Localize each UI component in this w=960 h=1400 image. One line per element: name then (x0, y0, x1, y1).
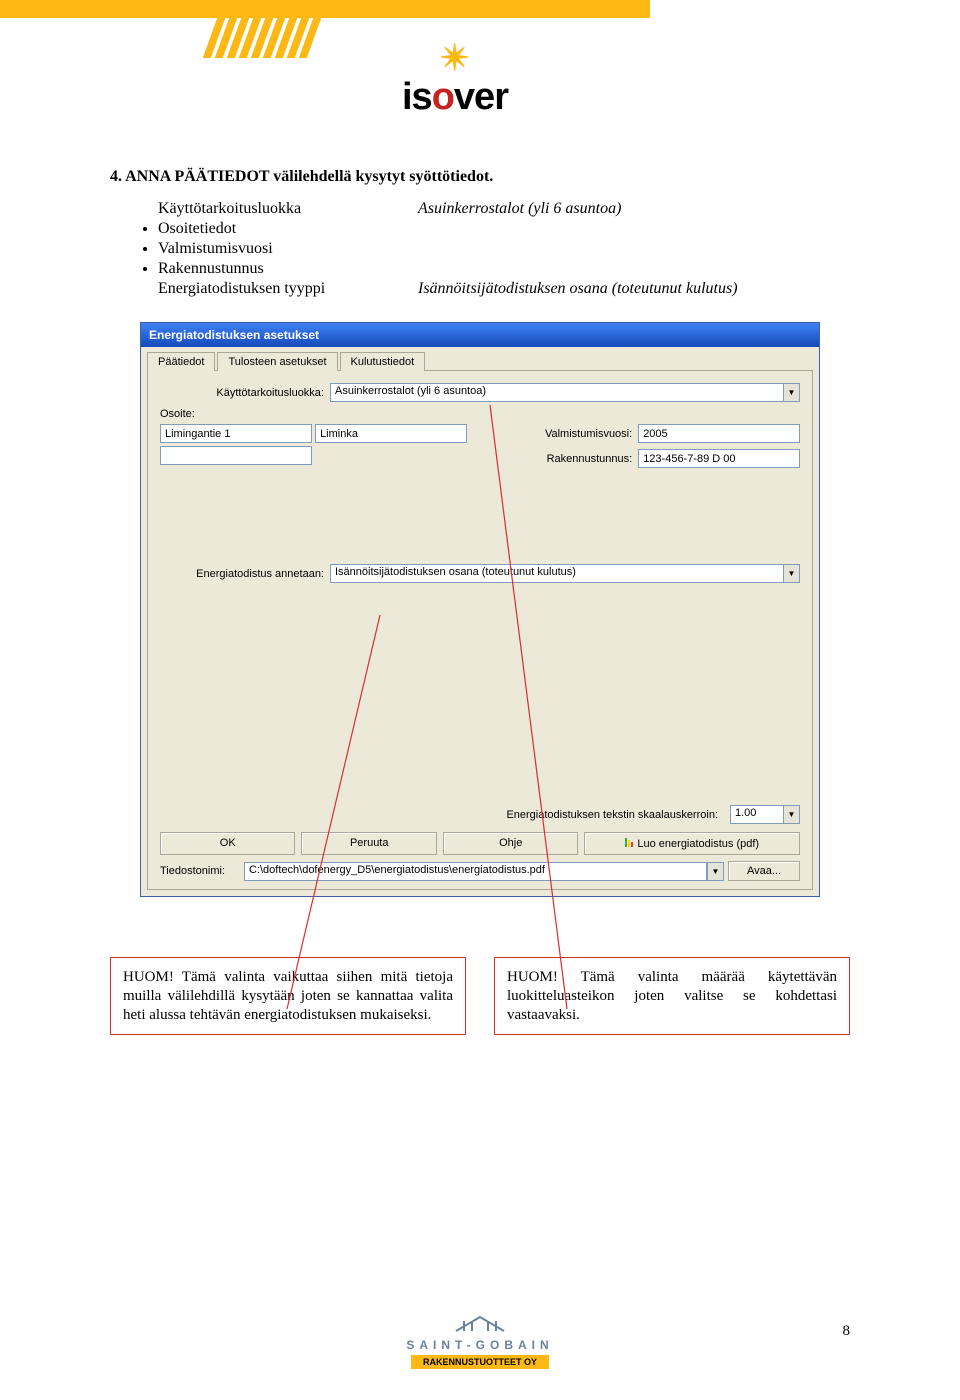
address-line3-input[interactable] (160, 446, 312, 465)
bullet-building-code: Rakennustunnus (158, 260, 828, 278)
dialog-titlebar: Energiatodistuksen asetukset (141, 323, 819, 347)
saint-gobain-roof-icon (450, 1311, 510, 1333)
note-left: HUOM! Tämä valinta vaikuttaa siihen mitä… (110, 957, 466, 1035)
energy-bars-icon (625, 837, 633, 847)
purpose-combo[interactable]: Asuinkerrostalot (yli 6 asuntoa) (330, 383, 783, 402)
address-line2-input[interactable] (315, 424, 467, 443)
bullet-year: Valmistumisvuosi (158, 240, 828, 258)
note-right: HUOM! Tämä valinta määrää käytettävän lu… (494, 957, 850, 1035)
header-accent-bar (0, 0, 650, 18)
settings-dialog: Energiatodistuksen asetukset Päätiedot T… (140, 322, 820, 897)
issue-combo[interactable]: Isännöitsijätodistuksen osana (toteutunu… (330, 564, 783, 583)
create-pdf-button[interactable]: Luo energiatodistus (pdf) (584, 832, 800, 855)
chevron-down-icon[interactable]: ▼ (783, 564, 800, 583)
year-label: Valmistumisvuosi: (518, 428, 638, 440)
bullet-purpose-example: Asuinkerrostalot (yli 6 asuntoa) (418, 200, 621, 218)
issue-label: Energiatodistus annetaan: (160, 568, 330, 580)
input-fields-list: Käyttötarkoitusluokka Asuinkerrostalot (… (158, 200, 828, 298)
buildcode-label: Rakennustunnus: (518, 453, 638, 465)
bullet-purpose: Käyttötarkoitusluokka (158, 200, 418, 218)
chevron-down-icon[interactable]: ▼ (707, 862, 724, 881)
tab-panel: Käyttötarkoitusluokka: Asuinkerrostalot … (147, 370, 813, 890)
tab-main[interactable]: Päätiedot (147, 352, 215, 371)
footer: SAINT-GOBAIN RAKENNUSTUOTTEET OY (0, 1311, 960, 1370)
bullet-cert-type-example: Isännöitsijätodistuksen osana (toteutunu… (418, 280, 738, 298)
file-label: Tiedostonimi: (160, 865, 240, 877)
bullet-cert-type: Energiatodistuksen tyyppi (158, 280, 418, 298)
bullet-address: Osoitetiedot (158, 220, 828, 238)
purpose-label: Käyttötarkoitusluokka: (160, 387, 330, 399)
header-hatches (210, 18, 340, 58)
year-input[interactable] (638, 424, 800, 443)
buildcode-input[interactable] (638, 449, 800, 468)
footer-tagline: RAKENNUSTUOTTEET OY (411, 1355, 549, 1369)
cancel-button[interactable]: Peruuta (301, 832, 436, 855)
ok-button[interactable]: OK (160, 832, 295, 855)
open-file-button[interactable]: Avaa... (728, 861, 800, 881)
chevron-down-icon[interactable]: ▼ (783, 383, 800, 402)
tab-output[interactable]: Tulosteen asetukset (217, 352, 337, 371)
tab-consumption[interactable]: Kulutustiedot (340, 352, 426, 371)
address-line1-input[interactable] (160, 424, 312, 443)
scale-label: Energiatodistuksen tekstin skaalauskerro… (506, 809, 724, 821)
address-label: Osoite: (160, 408, 498, 420)
isover-logo: ✴ isover (345, 40, 565, 119)
footer-company: SAINT-GOBAIN (0, 1338, 960, 1352)
scale-combo[interactable]: 1.00 (730, 805, 783, 824)
help-button[interactable]: Ohje (443, 832, 578, 855)
file-path-input[interactable]: C:\doftech\dofenergy_D5\energiatodistus\… (244, 862, 707, 881)
chevron-down-icon[interactable]: ▼ (783, 805, 800, 824)
section-heading: 4. ANNA PÄÄTIEDOT välilehdellä kysytyt s… (110, 168, 850, 186)
